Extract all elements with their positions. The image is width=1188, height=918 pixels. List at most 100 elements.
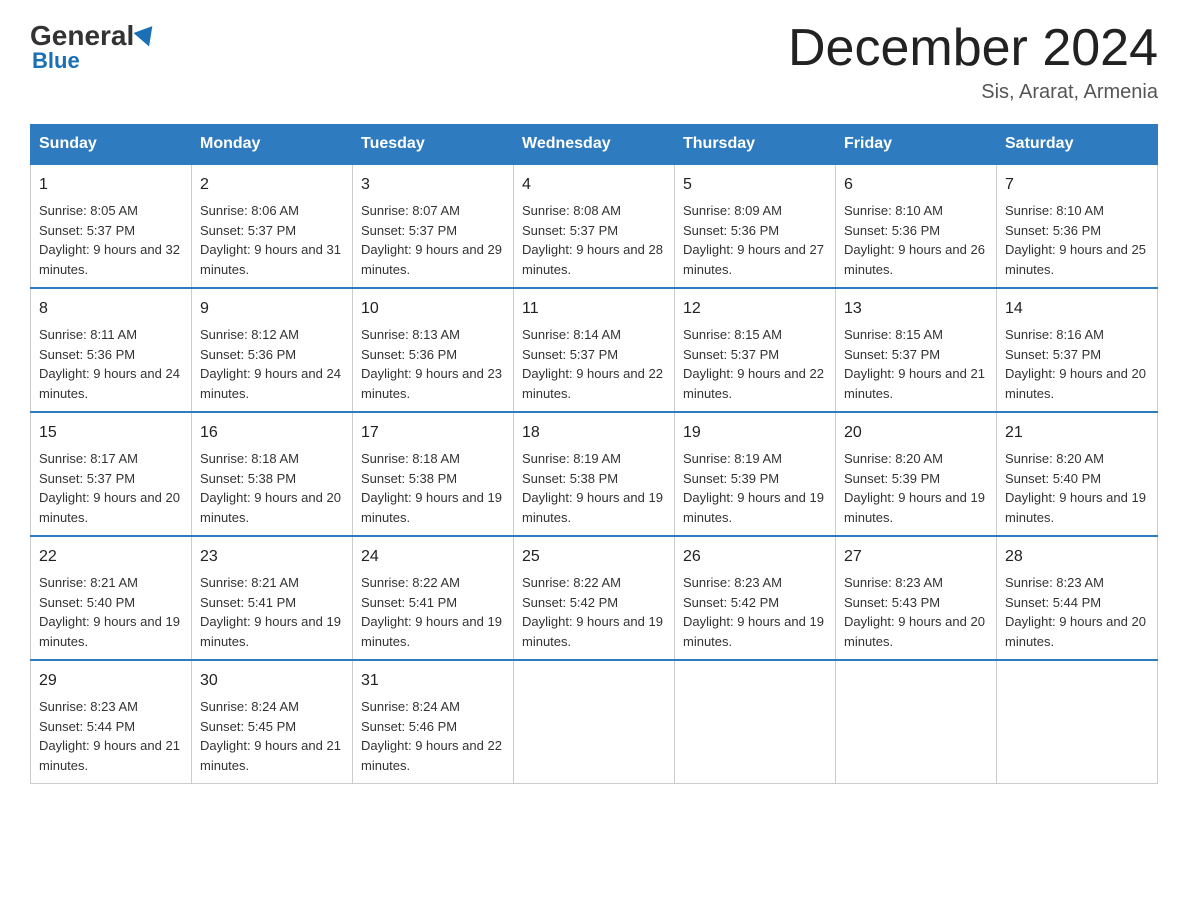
col-header-monday: Monday (192, 125, 353, 165)
day-cell: 9Sunrise: 8:12 AMSunset: 5:36 PMDaylight… (192, 288, 353, 412)
day-cell (514, 660, 675, 784)
day-number: 3 (361, 173, 505, 197)
day-number: 20 (844, 421, 988, 445)
week-row-2: 8 Sunrise: 8:11 AMSunset: 5:36 PMDaylight… (31, 288, 1158, 412)
day-cell (836, 660, 997, 784)
day-cell: 10 Sunrise: 8:13 AMSunset: 5:36 PMDayligh… (353, 288, 514, 412)
day-cell: 24 Sunrise: 8:22 AMSunset: 5:41 PMDayligh… (353, 536, 514, 660)
day-number: 28 (1005, 545, 1149, 569)
day-number: 30 (200, 669, 344, 693)
day-cell: 22 Sunrise: 8:21 AMSunset: 5:40 PMDayligh… (31, 536, 192, 660)
day-info: Sunrise: 8:18 AMSunset: 5:38 PMDaylight:… (200, 451, 341, 525)
col-header-tuesday: Tuesday (353, 125, 514, 165)
day-number: 24 (361, 545, 505, 569)
day-number: 23 (200, 545, 344, 569)
day-cell: 28 Sunrise: 8:23 AMSunset: 5:44 PMDayligh… (997, 536, 1158, 660)
day-cell: 18 Sunrise: 8:19 AMSunset: 5:38 PMDayligh… (514, 412, 675, 536)
day-info: Sunrise: 8:16 AMSunset: 5:37 PMDaylight:… (1005, 327, 1146, 401)
col-header-thursday: Thursday (675, 125, 836, 165)
day-number: 19 (683, 421, 827, 445)
month-title: December 2024 (788, 20, 1158, 77)
logo-blue-text: Blue (32, 48, 80, 74)
day-info: Sunrise: 8:08 AMSunset: 5:37 PMDaylight:… (522, 203, 663, 277)
page-header: General Blue December 2024 Sis, Ararat, … (30, 20, 1158, 104)
day-info: Sunrise: 8:11 AMSunset: 5:36 PMDaylight:… (39, 327, 180, 401)
day-number: 2 (200, 173, 344, 197)
day-number: 17 (361, 421, 505, 445)
day-cell: 17Sunrise: 8:18 AMSunset: 5:38 PMDayligh… (353, 412, 514, 536)
day-cell: 11 Sunrise: 8:14 AMSunset: 5:37 PMDayligh… (514, 288, 675, 412)
calendar-header-row: SundayMondayTuesdayWednesdayThursdayFrid… (31, 125, 1158, 165)
day-cell: 26 Sunrise: 8:23 AMSunset: 5:42 PMDayligh… (675, 536, 836, 660)
day-info: Sunrise: 8:10 AMSunset: 5:36 PMDaylight:… (1005, 203, 1146, 277)
logo: General Blue (30, 20, 158, 74)
day-info: Sunrise: 8:13 AMSunset: 5:36 PMDaylight:… (361, 327, 502, 401)
day-cell: 6Sunrise: 8:10 AMSunset: 5:36 PMDaylight… (836, 164, 997, 288)
day-cell: 25Sunrise: 8:22 AMSunset: 5:42 PMDayligh… (514, 536, 675, 660)
day-number: 21 (1005, 421, 1149, 445)
day-info: Sunrise: 8:05 AMSunset: 5:37 PMDaylight:… (39, 203, 180, 277)
day-cell (675, 660, 836, 784)
day-cell (997, 660, 1158, 784)
day-cell: 23 Sunrise: 8:21 AMSunset: 5:41 PMDayligh… (192, 536, 353, 660)
day-cell: 5 Sunrise: 8:09 AMSunset: 5:36 PMDaylight… (675, 164, 836, 288)
day-number: 18 (522, 421, 666, 445)
day-number: 16 (200, 421, 344, 445)
day-cell: 21 Sunrise: 8:20 AMSunset: 5:40 PMDayligh… (997, 412, 1158, 536)
day-cell: 20 Sunrise: 8:20 AMSunset: 5:39 PMDayligh… (836, 412, 997, 536)
day-cell: 27Sunrise: 8:23 AMSunset: 5:43 PMDayligh… (836, 536, 997, 660)
day-number: 31 (361, 669, 505, 693)
day-info: Sunrise: 8:21 AMSunset: 5:40 PMDaylight:… (39, 575, 180, 649)
day-cell: 7 Sunrise: 8:10 AMSunset: 5:36 PMDaylight… (997, 164, 1158, 288)
day-info: Sunrise: 8:06 AMSunset: 5:37 PMDaylight:… (200, 203, 341, 277)
day-info: Sunrise: 8:19 AMSunset: 5:39 PMDaylight:… (683, 451, 824, 525)
day-number: 8 (39, 297, 183, 321)
day-info: Sunrise: 8:19 AMSunset: 5:38 PMDaylight:… (522, 451, 663, 525)
day-number: 26 (683, 545, 827, 569)
day-info: Sunrise: 8:21 AMSunset: 5:41 PMDaylight:… (200, 575, 341, 649)
day-number: 4 (522, 173, 666, 197)
day-number: 27 (844, 545, 988, 569)
day-info: Sunrise: 8:15 AMSunset: 5:37 PMDaylight:… (683, 327, 824, 401)
day-number: 6 (844, 173, 988, 197)
day-cell: 31 Sunrise: 8:24 AMSunset: 5:46 PMDayligh… (353, 660, 514, 784)
day-cell: 15Sunrise: 8:17 AMSunset: 5:37 PMDayligh… (31, 412, 192, 536)
day-number: 13 (844, 297, 988, 321)
week-row-3: 15Sunrise: 8:17 AMSunset: 5:37 PMDayligh… (31, 412, 1158, 536)
day-number: 1 (39, 173, 183, 197)
logo-triangle-icon (134, 26, 159, 50)
day-info: Sunrise: 8:23 AMSunset: 5:44 PMDaylight:… (1005, 575, 1146, 649)
title-block: December 2024 Sis, Ararat, Armenia (788, 20, 1158, 104)
week-row-5: 29 Sunrise: 8:23 AMSunset: 5:44 PMDayligh… (31, 660, 1158, 784)
day-info: Sunrise: 8:14 AMSunset: 5:37 PMDaylight:… (522, 327, 663, 401)
day-info: Sunrise: 8:12 AMSunset: 5:36 PMDaylight:… (200, 327, 341, 401)
day-info: Sunrise: 8:15 AMSunset: 5:37 PMDaylight:… (844, 327, 985, 401)
day-info: Sunrise: 8:17 AMSunset: 5:37 PMDaylight:… (39, 451, 180, 525)
day-info: Sunrise: 8:07 AMSunset: 5:37 PMDaylight:… (361, 203, 502, 277)
day-number: 29 (39, 669, 183, 693)
col-header-saturday: Saturday (997, 125, 1158, 165)
week-row-4: 22 Sunrise: 8:21 AMSunset: 5:40 PMDayligh… (31, 536, 1158, 660)
day-info: Sunrise: 8:23 AMSunset: 5:42 PMDaylight:… (683, 575, 824, 649)
day-number: 7 (1005, 173, 1149, 197)
day-cell: 19 Sunrise: 8:19 AMSunset: 5:39 PMDayligh… (675, 412, 836, 536)
day-info: Sunrise: 8:20 AMSunset: 5:40 PMDaylight:… (1005, 451, 1146, 525)
day-number: 5 (683, 173, 827, 197)
day-number: 10 (361, 297, 505, 321)
day-info: Sunrise: 8:23 AMSunset: 5:44 PMDaylight:… (39, 699, 180, 773)
day-cell: 1 Sunrise: 8:05 AMSunset: 5:37 PMDaylight… (31, 164, 192, 288)
day-number: 22 (39, 545, 183, 569)
day-info: Sunrise: 8:24 AMSunset: 5:46 PMDaylight:… (361, 699, 502, 773)
location: Sis, Ararat, Armenia (788, 81, 1158, 104)
day-info: Sunrise: 8:22 AMSunset: 5:41 PMDaylight:… (361, 575, 502, 649)
day-info: Sunrise: 8:24 AMSunset: 5:45 PMDaylight:… (200, 699, 341, 773)
day-cell: 2 Sunrise: 8:06 AMSunset: 5:37 PMDaylight… (192, 164, 353, 288)
day-info: Sunrise: 8:20 AMSunset: 5:39 PMDaylight:… (844, 451, 985, 525)
day-number: 25 (522, 545, 666, 569)
day-cell: 29 Sunrise: 8:23 AMSunset: 5:44 PMDayligh… (31, 660, 192, 784)
day-number: 11 (522, 297, 666, 321)
week-row-1: 1 Sunrise: 8:05 AMSunset: 5:37 PMDaylight… (31, 164, 1158, 288)
day-number: 12 (683, 297, 827, 321)
day-info: Sunrise: 8:09 AMSunset: 5:36 PMDaylight:… (683, 203, 824, 277)
day-cell: 4 Sunrise: 8:08 AMSunset: 5:37 PMDaylight… (514, 164, 675, 288)
